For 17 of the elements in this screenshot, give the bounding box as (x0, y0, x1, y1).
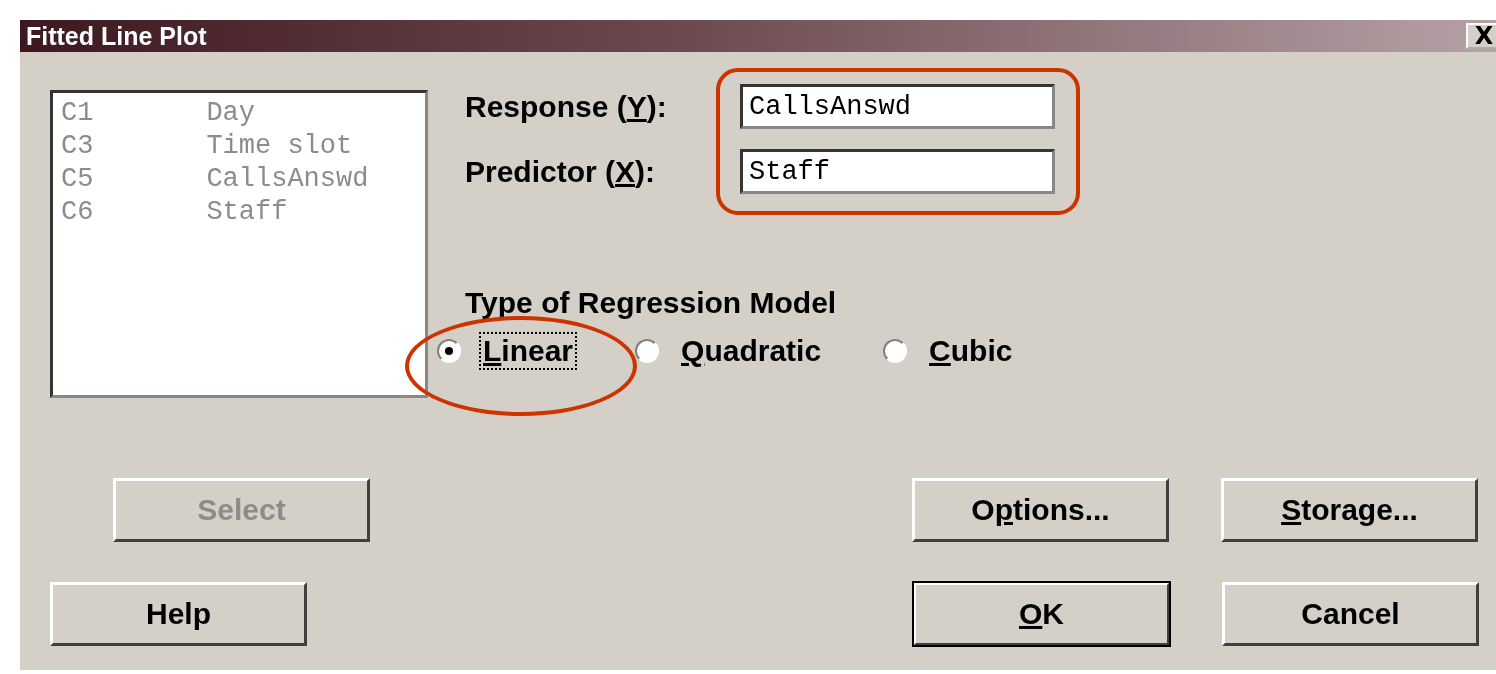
section-heading: Type of Regression Model (465, 286, 838, 320)
field-label: Predictor (X): (465, 154, 657, 189)
input-field[interactable]: Staff (740, 149, 1055, 194)
dialog-button[interactable]: OK (913, 582, 1170, 646)
dialog-button[interactable]: Options... (912, 478, 1169, 542)
field-label: Response (Y): (465, 89, 668, 124)
radio-button[interactable] (437, 339, 461, 363)
dialog-button[interactable]: Cancel (1222, 582, 1479, 646)
radio-option[interactable]: Cubic (883, 332, 1017, 370)
dialog-button[interactable]: Storage... (1221, 478, 1478, 542)
radio-button[interactable] (883, 339, 908, 363)
radio-option[interactable]: Quadratic (635, 332, 826, 370)
window-title: Fitted Line Plot (25, 21, 207, 51)
close-button[interactable]: X (1466, 23, 1496, 49)
input-field[interactable]: CallsAnswd (740, 84, 1055, 129)
dialog-button[interactable]: Help (50, 582, 307, 646)
radio-button[interactable] (635, 339, 660, 363)
